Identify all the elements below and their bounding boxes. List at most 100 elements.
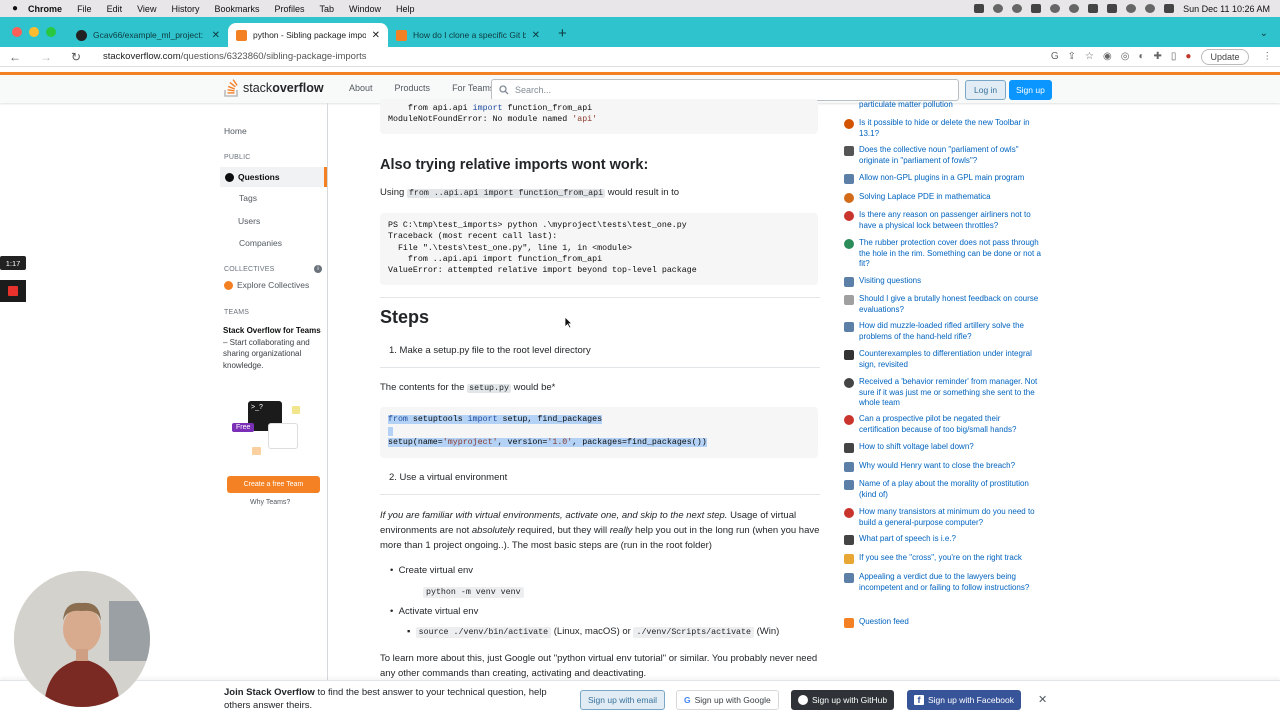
browser-tab-git-clone[interactable]: How do I clone a specific Git b ✕ <box>388 23 548 47</box>
hot-question-link[interactable]: Should I give a brutally honest feedback… <box>859 294 1042 315</box>
address-bar[interactable]: stackoverflow.com/questions/6323860/sibl… <box>103 51 1051 62</box>
hot-question-link[interactable]: How did muzzle-loaded rifled artillery s… <box>859 321 1042 342</box>
hot-question-item[interactable]: Is it possible to hide or delete the new… <box>844 118 1042 139</box>
nav-about[interactable]: About <box>338 83 384 93</box>
hot-question-item[interactable]: Why would Henry want to close the breach… <box>844 461 1042 472</box>
hot-question-link[interactable]: Why would Henry want to close the breach… <box>859 461 1015 472</box>
hot-question-link[interactable]: Visiting questions <box>859 276 921 287</box>
hot-question-item[interactable]: Does the collective noun "parliament of … <box>844 145 1042 166</box>
reload-icon[interactable]: ↻ <box>71 50 93 64</box>
info-icon[interactable]: i <box>314 265 322 273</box>
hot-question-link[interactable]: Counterexamples to differentiation under… <box>859 349 1042 370</box>
sidebar-item-companies[interactable]: Companies <box>239 238 282 248</box>
maximize-window-icon[interactable] <box>46 27 56 37</box>
code-block-setup[interactable]: from setuptools import setup, find_packa… <box>380 407 818 458</box>
menu-clock[interactable]: Sun Dec 11 10:26 AM <box>1183 4 1270 14</box>
media-status-icon[interactable] <box>1069 4 1080 13</box>
signup-google-button[interactable]: G Sign up with Google <box>676 690 779 710</box>
apple-menu-icon[interactable]: ● <box>12 3 18 14</box>
menu-view[interactable]: View <box>137 4 156 14</box>
spotlight-search-icon[interactable] <box>1145 4 1156 13</box>
hot-question-item[interactable]: Is there any reason on passenger airline… <box>844 210 1042 231</box>
settings-status-icon[interactable] <box>1012 4 1023 13</box>
signup-button[interactable]: Sign up <box>1009 80 1052 100</box>
stop-recording-button[interactable] <box>0 280 26 302</box>
hot-question-link[interactable]: Name of a play about the morality of pro… <box>859 479 1042 500</box>
hot-question-link[interactable]: Received a 'behavior reminder' from mana… <box>859 377 1042 409</box>
login-button[interactable]: Log in <box>965 80 1007 100</box>
menu-edit[interactable]: Edit <box>107 4 123 14</box>
hot-question-item[interactable]: Appealing a verdict due to the lawyers b… <box>844 572 1042 593</box>
search-input[interactable]: Search... <box>491 79 959 101</box>
browser-tab-sibling-package[interactable]: python - Sibling package impo ✕ <box>228 23 388 47</box>
extension-icon[interactable]: ◐ <box>1138 51 1144 62</box>
signup-email-button[interactable]: Sign up with email <box>580 690 665 710</box>
menu-profiles[interactable]: Profiles <box>274 4 304 14</box>
nav-products[interactable]: Products <box>384 83 442 93</box>
so-logo[interactable]: stack overflow <box>224 79 324 97</box>
menu-window[interactable]: Window <box>349 4 381 14</box>
sidebar-item-tags[interactable]: Tags <box>239 193 257 203</box>
record-status-icon[interactable] <box>1050 4 1061 13</box>
hot-question-item[interactable]: The rubber protection cover does not pas… <box>844 238 1042 270</box>
wifi-icon[interactable] <box>1126 4 1137 13</box>
hot-question-link[interactable]: What part of speech is i.e.? <box>859 534 956 545</box>
hot-question-link[interactable]: Can a prospective pilot be negated their… <box>859 414 1042 435</box>
hot-question-item[interactable]: Allow non-GPL plugins in a GPL main prog… <box>844 173 1042 184</box>
hot-question-item[interactable]: Solving Laplace PDE in mathematica <box>844 192 1042 203</box>
hot-question-item[interactable]: Counterexamples to differentiation under… <box>844 349 1042 370</box>
hot-question-item[interactable]: How did muzzle-loaded rifled artillery s… <box>844 321 1042 342</box>
menu-help[interactable]: Help <box>396 4 415 14</box>
hot-question-item[interactable]: Visiting questions <box>844 276 1042 287</box>
sidebar-item-users[interactable]: Users <box>238 216 260 226</box>
menu-app-name[interactable]: Chrome <box>28 4 62 14</box>
hot-question-link[interactable]: The rubber protection cover does not pas… <box>859 238 1042 270</box>
hot-question-item[interactable]: Received a 'behavior reminder' from mana… <box>844 377 1042 409</box>
hot-question-item[interactable]: Should I give a brutally honest feedback… <box>844 294 1042 315</box>
control-center-icon[interactable] <box>1164 4 1175 13</box>
bookmark-star-icon[interactable]: ☆ <box>1085 51 1094 62</box>
hot-question-link[interactable]: How to shift voltage label down? <box>859 442 974 453</box>
sidebar-item-home[interactable]: Home <box>224 126 247 136</box>
sidebar-item-questions[interactable]: Questions <box>220 167 327 187</box>
puzzle-extensions-icon[interactable]: ✚ <box>1154 51 1162 62</box>
update-button[interactable]: Update <box>1201 48 1249 65</box>
sidepanel-icon[interactable]: ▯ <box>1171 51 1177 62</box>
extension-icon[interactable]: ◉ <box>1103 51 1112 62</box>
share-icon[interactable]: ⇪ <box>1068 51 1076 62</box>
hot-question-link[interactable]: Is there any reason on passenger airline… <box>859 210 1042 231</box>
hot-question-link[interactable]: particulate matter pollution <box>859 100 953 111</box>
google-lens-icon[interactable]: G <box>1051 51 1059 62</box>
hot-question-link[interactable]: Solving Laplace PDE in mathematica <box>859 192 991 203</box>
question-feed-link[interactable]: Question feed <box>844 617 1042 628</box>
menu-history[interactable]: History <box>171 4 199 14</box>
hot-question-item[interactable]: Can a prospective pilot be negated their… <box>844 414 1042 435</box>
close-tab-icon[interactable]: ✕ <box>212 30 220 41</box>
forward-icon[interactable]: → <box>40 50 62 64</box>
close-window-icon[interactable] <box>12 27 22 37</box>
hot-question-item[interactable]: Name of a play about the morality of pro… <box>844 479 1042 500</box>
profile-avatar-icon[interactable]: ● <box>1185 51 1191 62</box>
hot-question-link[interactable]: If you see the "cross", you're on the ri… <box>859 553 1022 564</box>
why-teams-link[interactable]: Why Teams? <box>250 499 290 506</box>
app-status-icon[interactable] <box>1031 4 1042 13</box>
hot-question-link[interactable]: How many transistors at minimum do you n… <box>859 507 1042 528</box>
menu-tab[interactable]: Tab <box>320 4 335 14</box>
new-tab-icon[interactable]: + <box>548 25 567 47</box>
menu-file[interactable]: File <box>77 4 92 14</box>
notification-status-icon[interactable] <box>993 4 1004 13</box>
close-banner-icon[interactable]: ✕ <box>1038 693 1047 706</box>
bluetooth-icon[interactable] <box>1088 4 1099 13</box>
create-team-button[interactable]: Create a free Team <box>227 476 320 493</box>
close-tab-icon[interactable]: ✕ <box>372 30 380 41</box>
signup-facebook-button[interactable]: f Sign up with Facebook <box>907 690 1021 710</box>
camera-status-icon[interactable] <box>974 4 985 13</box>
hot-question-item[interactable]: How to shift voltage label down? <box>844 442 1042 453</box>
more-menu-icon[interactable]: ⋮ <box>1263 51 1273 62</box>
tab-search-chevron-icon[interactable]: ⌄ <box>1260 28 1280 47</box>
extension-icon[interactable]: ◎ <box>1121 51 1130 62</box>
close-tab-icon[interactable]: ✕ <box>532 30 540 41</box>
hot-question-item[interactable]: If you see the "cross", you're on the ri… <box>844 553 1042 564</box>
hot-question-link[interactable]: Does the collective noun "parliament of … <box>859 145 1042 166</box>
battery-icon[interactable] <box>1107 4 1118 13</box>
